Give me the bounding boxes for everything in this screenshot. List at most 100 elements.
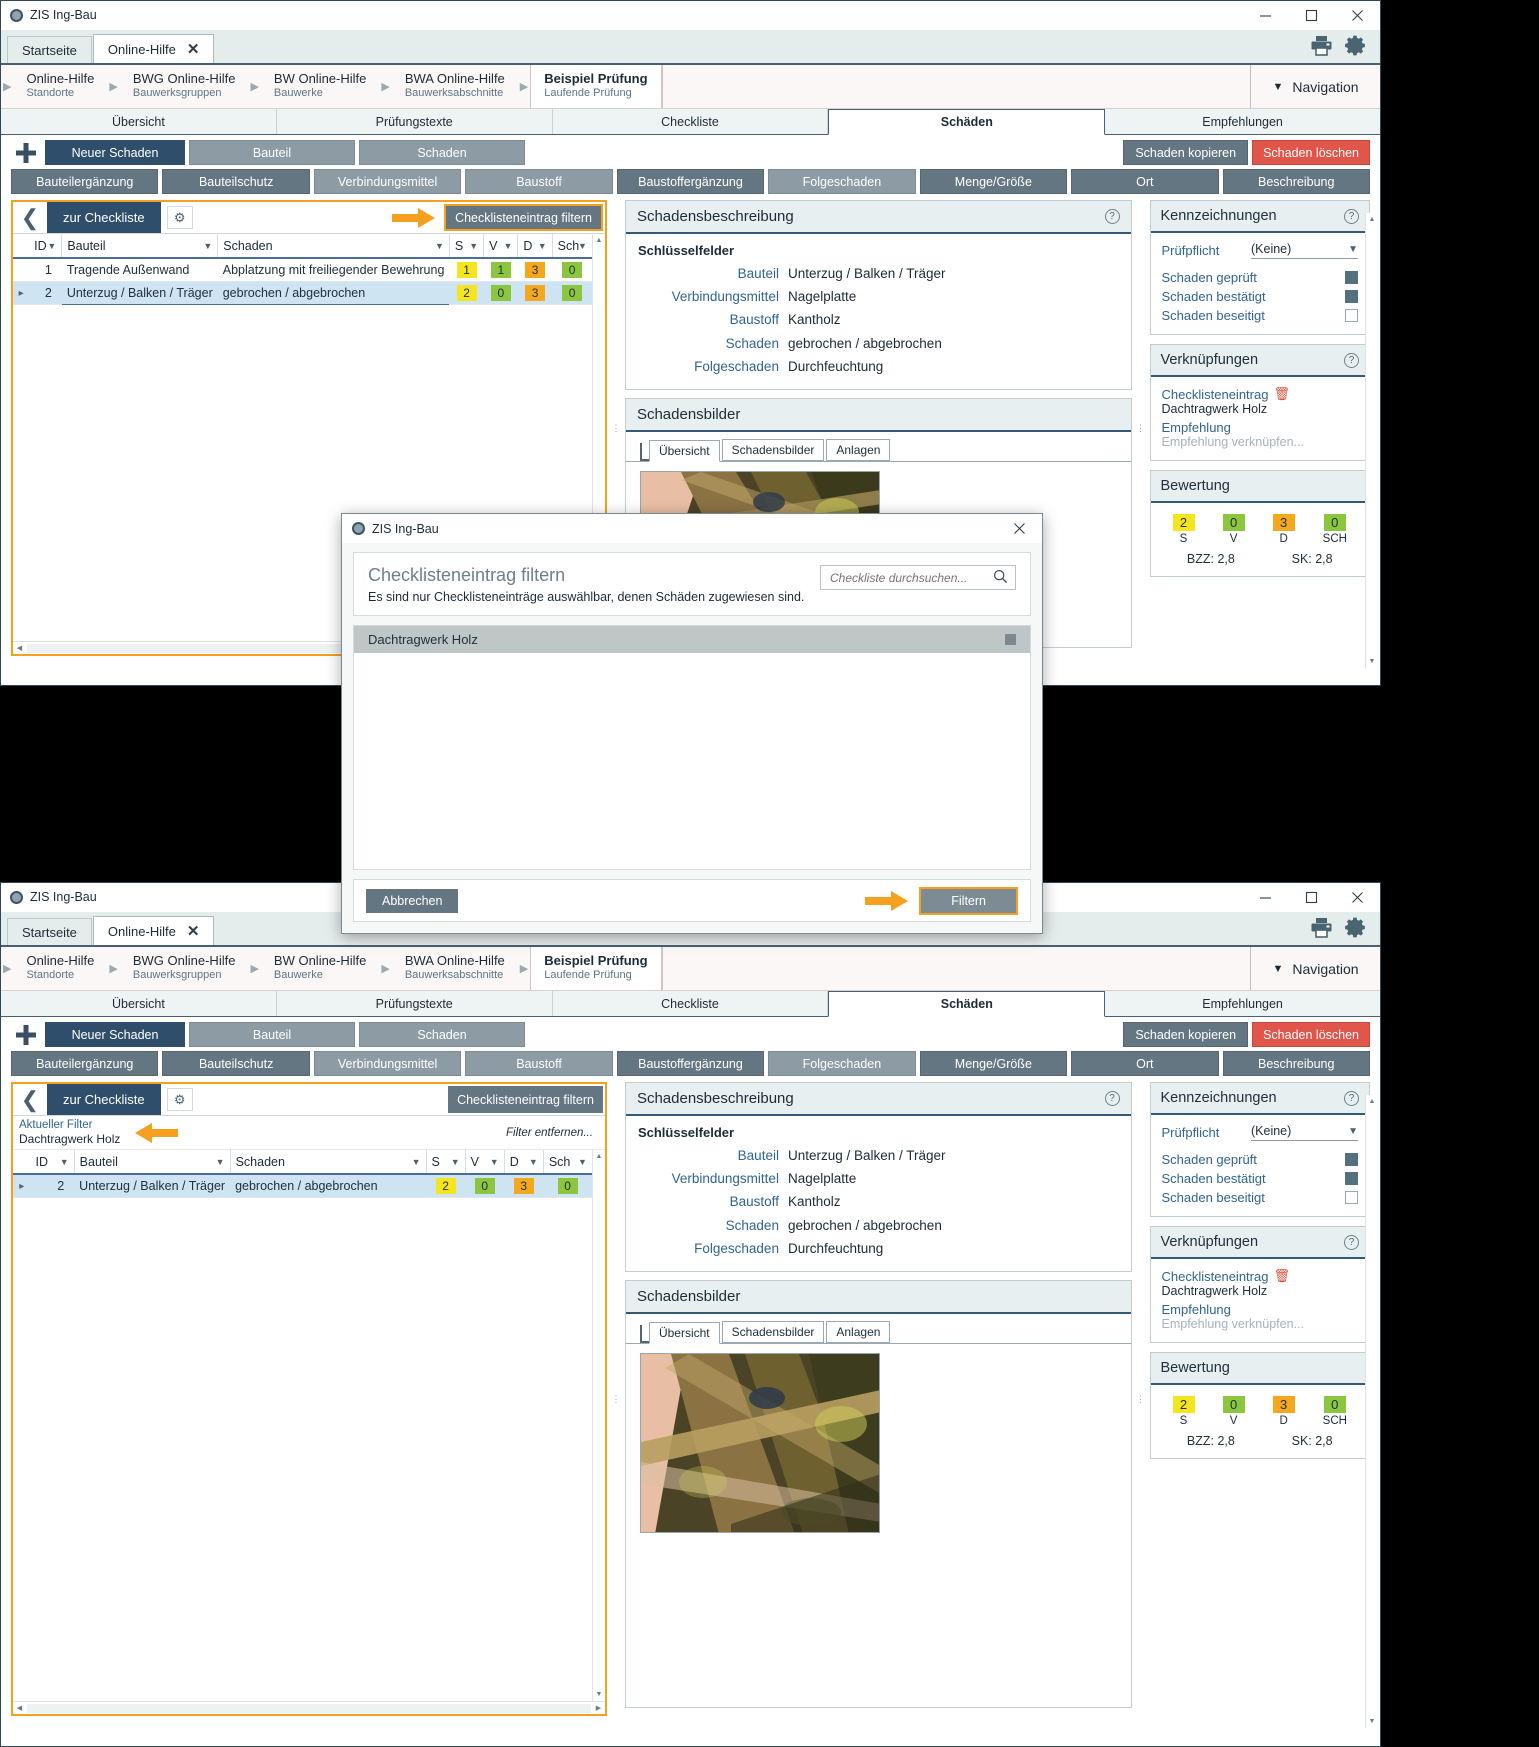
checkbox-schaden-geprueft[interactable] (1345, 1153, 1358, 1166)
beschreibung-button[interactable]: Beschreibung (1222, 1051, 1370, 1076)
close-icon[interactable] (1334, 883, 1380, 911)
breadcrumb-item-0[interactable]: Online-Hilfe Standorte (13, 65, 107, 108)
filter-icon[interactable]: ▼ (60, 1157, 69, 1167)
bauteil-button[interactable]: Bauteil (189, 1022, 355, 1047)
col-bauteil[interactable]: Bauteil ▼ (61, 234, 219, 259)
breadcrumb-item-4[interactable]: Beispiel Prüfung Laufende Prüfung (530, 947, 662, 990)
col-schaden[interactable]: Schaden ▼ (230, 1150, 427, 1175)
col-d[interactable]: D ▼ (517, 234, 553, 259)
filter-icon[interactable]: ▼ (451, 1157, 460, 1167)
close-icon[interactable] (1334, 1, 1380, 29)
trash-icon[interactable]: 🗑 (1273, 1268, 1290, 1284)
scroll-left-icon[interactable]: ◀ (13, 644, 26, 652)
subtab-anlagen[interactable]: Anlagen (826, 1321, 891, 1344)
pruefpflicht-select[interactable]: (Keine) ▼ (1251, 1124, 1358, 1141)
help-icon[interactable]: ? (1344, 352, 1359, 368)
schaden-geprueft-row[interactable]: Schaden geprüft (1162, 1152, 1358, 1167)
checkbox-schaden-geprueft[interactable] (1345, 271, 1358, 284)
row-expander[interactable] (13, 258, 30, 282)
tab-empfehlungen[interactable]: Empfehlungen (1105, 991, 1380, 1016)
minimize-icon[interactable] (1242, 883, 1288, 911)
col-bauteil[interactable]: Bauteil ▼ (74, 1150, 231, 1175)
bauteilschutz-button[interactable]: Bauteilschutz (162, 1051, 310, 1076)
right-vertical-scrollbar[interactable]: ▲ ▼ (1365, 1095, 1378, 1728)
table-row[interactable]: ▸ 2 Unterzug / Balken / Träger gebrochen… (13, 1174, 592, 1198)
subtab-schadensbilder[interactable]: Schadensbilder (721, 1321, 825, 1344)
tab-close-icon[interactable]: ✕ (187, 42, 200, 57)
grid-horizontal-scrollbar[interactable]: ◀ ▶ (13, 1701, 605, 1714)
folgeschaden-button[interactable]: Folgeschaden (768, 1051, 916, 1076)
baustoffergaenzung-button[interactable]: Baustoffergänzung (616, 1051, 765, 1076)
abbrechen-button[interactable]: Abbrechen (366, 888, 459, 913)
empfehlung-link[interactable]: Empfehlung (1162, 420, 1359, 435)
checklisteneintrag-link[interactable]: Checklisteneintrag (1162, 387, 1269, 402)
col-id[interactable]: ID ▼ (29, 234, 63, 259)
filter-icon[interactable]: ▼ (216, 1157, 225, 1167)
schaden-bestaetigt-row[interactable]: Schaden bestätigt (1162, 289, 1358, 304)
schaden-beseitigt-row[interactable]: Schaden beseitigt (1162, 308, 1358, 323)
col-s[interactable]: S ▼ (449, 234, 485, 259)
help-icon[interactable]: ? (1104, 1091, 1120, 1106)
filter-entfernen-link[interactable]: Filter entfernen... (506, 1127, 599, 1139)
breadcrumb-item-4[interactable]: Beispiel Prüfung Laufende Prüfung (530, 65, 662, 108)
splitter-handle[interactable]: ⋮ (611, 1082, 620, 1716)
checklisteneintrag-filtern-button[interactable]: Checklisteneintrag filtern (448, 1086, 603, 1113)
col-sch[interactable]: Sch ▼ (543, 1150, 592, 1175)
tab-uebersicht[interactable]: Übersicht (1, 991, 277, 1016)
back-chevron-icon[interactable]: ❮ (13, 1084, 47, 1115)
list-item-checkbox[interactable] (1005, 634, 1016, 645)
bauteil-button[interactable]: Bauteil (189, 140, 355, 165)
scroll-up-icon[interactable]: ▲ (593, 234, 605, 247)
filter-icon[interactable]: ▼ (469, 241, 478, 251)
gear-icon[interactable]: ⚙ (166, 1088, 193, 1111)
baustoff-button[interactable]: Baustoff (465, 1051, 613, 1076)
menge-groesse-button[interactable]: Menge/Größe (919, 169, 1068, 194)
scroll-down-icon[interactable]: ▼ (1366, 655, 1378, 668)
schaden-loeschen-button[interactable]: Schaden löschen (1252, 140, 1370, 165)
navigation-button[interactable]: ▼ Navigation (1250, 65, 1380, 108)
verbindungsmittel-button[interactable]: Verbindungsmittel (313, 169, 462, 194)
schaden-button[interactable]: Schaden (359, 1022, 525, 1047)
empfehlung-value[interactable]: Empfehlung verknüpfen... (1162, 435, 1359, 449)
neuer-schaden-button[interactable]: Neuer Schaden (45, 140, 185, 165)
print-icon[interactable] (1310, 35, 1333, 59)
schaden-bestaetigt-row[interactable]: Schaden bestätigt (1162, 1171, 1358, 1186)
checkbox-schaden-beseitigt[interactable] (1345, 1191, 1358, 1204)
subtab-anlagen[interactable]: Anlagen (826, 439, 891, 462)
scroll-left-icon[interactable]: ◀ (13, 1704, 26, 1712)
help-icon[interactable]: ? (1344, 1234, 1359, 1250)
col-v[interactable]: V ▼ (465, 1150, 505, 1175)
filter-icon[interactable]: ▼ (412, 1157, 421, 1167)
print-icon[interactable] (1310, 917, 1333, 941)
breadcrumb-item-1[interactable]: BWG Online-Hilfe Bauwerksgruppen (120, 65, 249, 108)
filter-icon[interactable]: ▼ (490, 1157, 499, 1167)
breadcrumb-item-1[interactable]: BWG Online-Hilfe Bauwerksgruppen (120, 947, 249, 990)
gear-icon[interactable] (1343, 33, 1368, 61)
pruefpflicht-select[interactable]: (Keine) ▼ (1251, 242, 1358, 259)
splitter-handle-right[interactable]: ⋮ (1136, 200, 1145, 656)
gear-icon[interactable]: ⚙ (166, 206, 193, 229)
filter-icon[interactable]: ▼ (203, 241, 212, 251)
subtab-schadensbilder[interactable]: Schadensbilder (721, 439, 825, 462)
filter-icon[interactable]: ▼ (47, 241, 56, 251)
baustoffergaenzung-button[interactable]: Baustoffergänzung (616, 169, 765, 194)
tab-schaeden[interactable]: Schäden (828, 109, 1106, 135)
checklisteneintrag-link[interactable]: Checklisteneintrag (1162, 1269, 1269, 1284)
checkbox-schaden-beseitigt[interactable] (1345, 309, 1358, 322)
col-schaden[interactable]: Schaden ▼ (217, 234, 450, 259)
gear-icon[interactable] (1343, 915, 1368, 943)
subtab-uebersicht[interactable]: Übersicht (648, 440, 720, 463)
search-input[interactable] (828, 569, 993, 586)
schaden-geprueft-row[interactable]: Schaden geprüft (1162, 270, 1358, 285)
baustoff-button[interactable]: Baustoff (465, 169, 613, 194)
folgeschaden-button[interactable]: Folgeschaden (768, 169, 916, 194)
breadcrumb-item-0[interactable]: Online-Hilfe Standorte (13, 947, 107, 990)
scroll-up-icon[interactable]: ▲ (1366, 1095, 1378, 1108)
minimize-icon[interactable] (1242, 1, 1288, 29)
schaden-loeschen-button[interactable]: Schaden löschen (1252, 1022, 1370, 1047)
neuer-schaden-button[interactable]: Neuer Schaden (45, 1022, 185, 1047)
table-row[interactable]: 1 Tragende Außenwand Abplatzung mit frei… (13, 258, 592, 282)
zur-checkliste-button[interactable]: zur Checkliste (47, 1084, 161, 1115)
back-chevron-icon[interactable]: ❮ (13, 202, 47, 233)
tab-pruefungstexte[interactable]: Prüfungstexte (277, 109, 553, 134)
